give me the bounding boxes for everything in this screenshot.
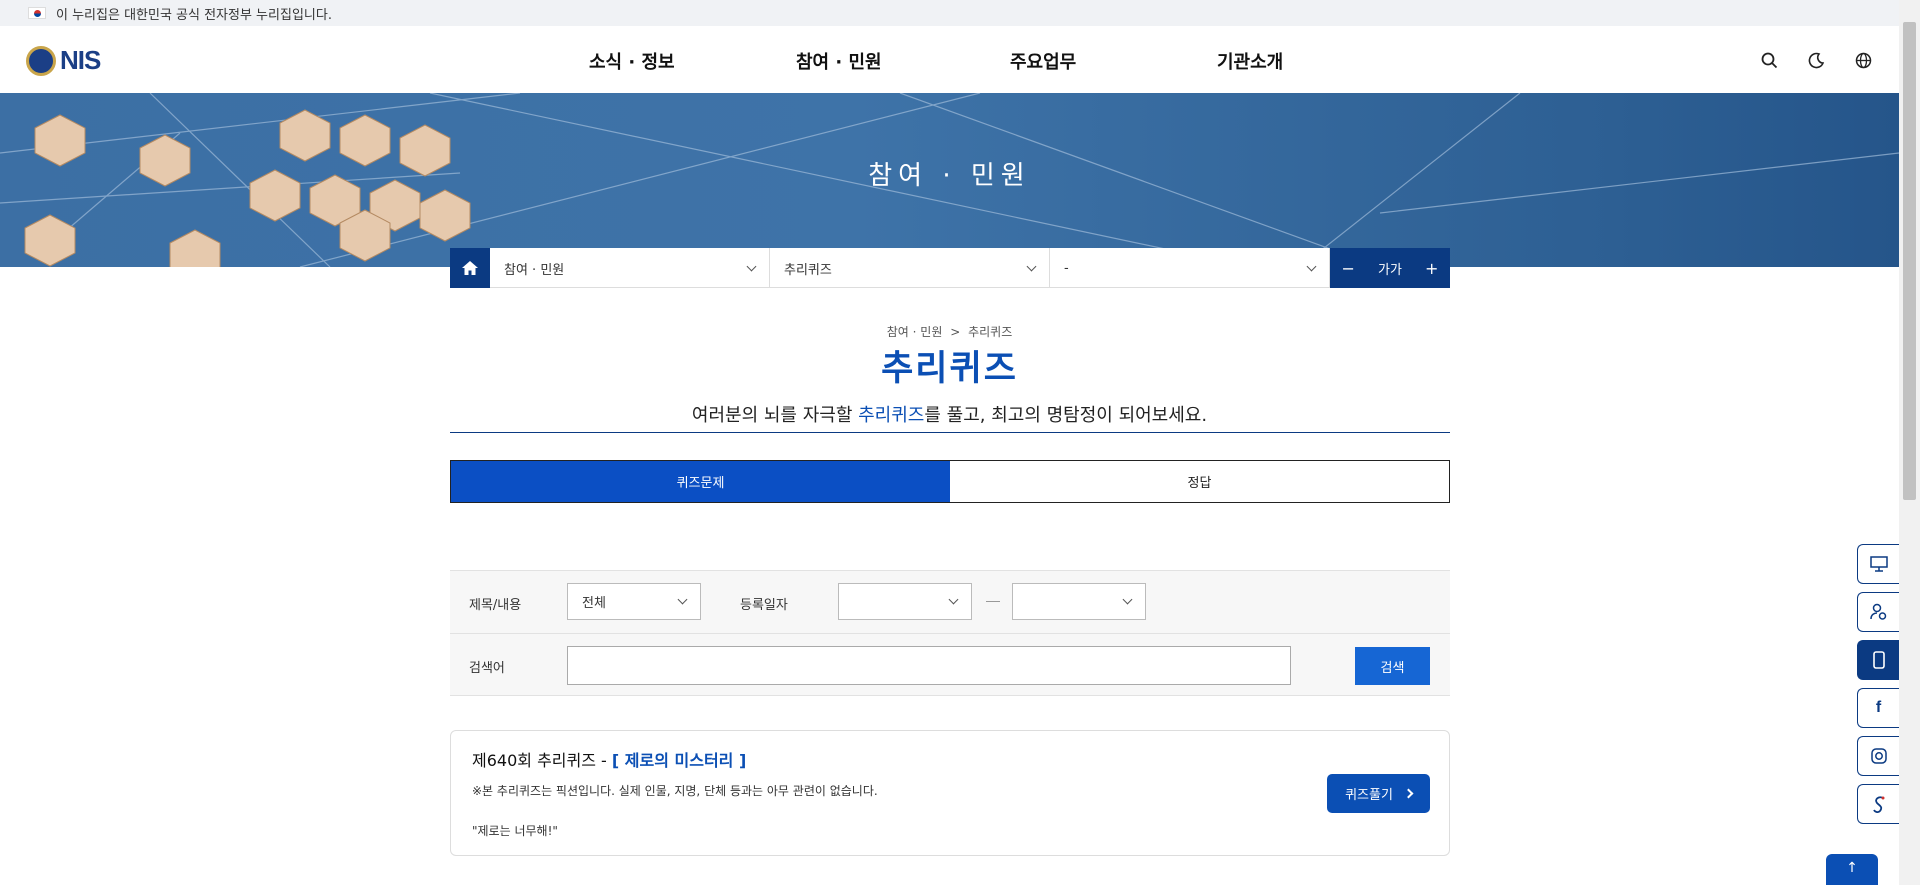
solve-quiz-label: 퀴즈풀기 xyxy=(1345,788,1393,803)
scrollbar-thumb[interactable] xyxy=(1903,22,1916,500)
site-logo[interactable]: NIS xyxy=(26,45,101,76)
mobile-icon[interactable] xyxy=(1857,640,1899,680)
search-row-divider xyxy=(450,633,1450,634)
nav-main-work[interactable]: 주요업무 xyxy=(1010,48,1076,74)
field-select[interactable]: 전체 xyxy=(567,583,701,620)
quiz-title-highlight: [ 제로의 미스터리 ] xyxy=(611,751,747,770)
page-subtitle: 여러분의 뇌를 자극할 추리퀴즈를 풀고, 최고의 명탐정이 되어보세요. xyxy=(0,401,1899,427)
quiz-disclaimer: ※본 추리퀴즈는 픽션입니다. 실제 인물, 지명, 단체 등과는 아무 관련이… xyxy=(472,784,878,798)
font-size-control: − 가가 + xyxy=(1330,248,1450,288)
facebook-icon[interactable]: f xyxy=(1857,688,1899,728)
chevron-right-icon xyxy=(1403,788,1414,799)
subtitle-highlight: 추리퀴즈 xyxy=(858,405,925,426)
gov-notice-bar: 이 누리집은 대한민국 공식 전자정부 누리집입니다. xyxy=(0,0,1899,26)
quiz-card-title[interactable]: 제640회 추리퀴즈 - [ 제로의 미스터리 ] xyxy=(472,747,746,771)
keyword-label: 검색어 xyxy=(469,661,505,676)
nav-about[interactable]: 기관소개 xyxy=(1217,48,1283,74)
dark-mode-icon[interactable] xyxy=(1806,50,1826,70)
arrow-up-icon: ↑ xyxy=(1846,860,1858,876)
location-level2-value: 추리퀴즈 xyxy=(784,262,832,278)
breadcrumb: 참여 · 민원 > 추리퀴즈 xyxy=(0,323,1899,340)
scroll-top-button[interactable]: ↑ xyxy=(1826,854,1878,885)
quiz-tabs: 퀴즈문제 정답 xyxy=(450,460,1450,503)
font-size-label: 가가 xyxy=(1378,262,1402,278)
date-from-select[interactable] xyxy=(838,583,972,620)
title-divider xyxy=(450,432,1450,433)
location-select-level1[interactable]: 참여 · 민원 xyxy=(490,248,770,288)
monitor-icon[interactable] xyxy=(1857,544,1899,584)
search-button[interactable]: 검색 xyxy=(1355,647,1430,685)
page-title: 추리퀴즈 xyxy=(881,349,1018,389)
search-icon[interactable] xyxy=(1759,50,1779,70)
breadcrumb-separator: > xyxy=(950,325,961,339)
chevron-down-icon xyxy=(948,594,959,605)
quiz-title-prefix: 제640회 추리퀴즈 - xyxy=(472,751,612,770)
date-label: 등록일자 xyxy=(740,598,788,613)
tab-answers[interactable]: 정답 xyxy=(950,461,1449,502)
korea-flag-icon xyxy=(28,7,46,19)
solve-quiz-button[interactable]: 퀴즈풀기 xyxy=(1327,774,1430,813)
breadcrumb-parent[interactable]: 참여 · 민원 xyxy=(887,325,943,339)
location-bar: 참여 · 민원 추리퀴즈 - − 가가 + xyxy=(450,248,1450,288)
youtube-icon[interactable] xyxy=(1857,784,1899,824)
instagram-icon[interactable] xyxy=(1857,736,1899,776)
chevron-down-icon xyxy=(1306,261,1317,271)
quiz-quote: "제로는 너무해!" xyxy=(472,824,558,838)
location-level3-value: - xyxy=(1064,260,1069,276)
field-select-value: 전체 xyxy=(582,596,606,611)
keyword-input[interactable] xyxy=(567,646,1291,685)
subtitle-before: 여러분의 뇌를 자극할 xyxy=(691,405,859,426)
font-increase-button[interactable]: + xyxy=(1425,259,1438,278)
quiz-card: 제640회 추리퀴즈 - [ 제로의 미스터리 ] ※본 추리퀴즈는 픽션입니다… xyxy=(450,730,1450,856)
home-icon xyxy=(462,261,478,275)
field-label: 제목/내용 xyxy=(469,598,522,613)
location-level1-value: 참여 · 민원 xyxy=(504,262,565,278)
tab-quiz-questions[interactable]: 퀴즈문제 xyxy=(451,461,950,502)
location-select-level2[interactable]: 추리퀴즈 xyxy=(770,248,1050,288)
location-select-level3[interactable]: - xyxy=(1050,248,1330,288)
chevron-down-icon xyxy=(677,594,688,605)
chevron-down-icon xyxy=(1026,261,1037,271)
person-search-icon[interactable] xyxy=(1857,592,1899,632)
nav-news-info[interactable]: 소식 · 정보 xyxy=(589,48,675,74)
search-panel: 제목/내용 전체 등록일자 검색어 검색 xyxy=(450,570,1450,696)
gov-notice-text[interactable]: 이 누리집은 대한민국 공식 전자정부 누리집입니다. xyxy=(56,4,332,23)
subtitle-after: 를 풀고, 최고의 명탐정이 되어보세요. xyxy=(924,405,1208,426)
breadcrumb-current: 추리퀴즈 xyxy=(968,325,1013,339)
chevron-down-icon xyxy=(746,261,757,271)
globe-icon[interactable] xyxy=(1853,50,1873,70)
home-button[interactable] xyxy=(450,248,490,288)
page-banner: 참여 · 민원 xyxy=(0,93,1899,267)
site-header: NIS 소식 · 정보 참여 · 민원 주요업무 기관소개 xyxy=(0,26,1899,93)
nis-emblem-icon xyxy=(26,45,56,76)
banner-title: 참여 · 민원 xyxy=(868,161,1031,191)
logo-text: NIS xyxy=(60,45,101,75)
chevron-down-icon xyxy=(1122,594,1133,605)
font-decrease-button[interactable]: − xyxy=(1342,259,1355,278)
date-range-dash xyxy=(986,601,1000,602)
nav-participation[interactable]: 참여 · 민원 xyxy=(796,48,882,74)
date-to-select[interactable] xyxy=(1012,583,1146,620)
